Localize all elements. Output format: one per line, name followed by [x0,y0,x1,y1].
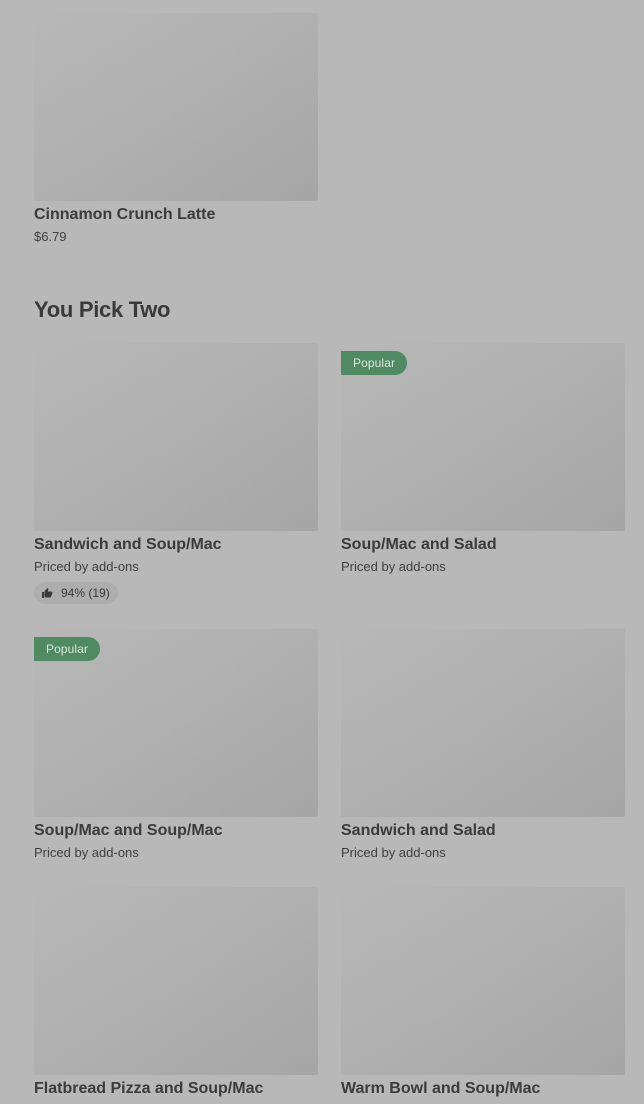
menu-item-image [34,887,318,1075]
menu-item-image [34,343,318,531]
menu-item-price: $6.79 [34,229,67,244]
popular-badge: Popular [34,637,101,661]
menu-item-name: Flatbread Pizza and Soup/Mac [34,1080,264,1097]
menu-item-card[interactable]: Popular Soup/Mac and Salad Priced by add… [341,343,625,574]
menu-item-price: Priced by add-ons [341,559,446,574]
menu-item-card[interactable]: Warm Bowl and Soup/Mac [341,887,625,1098]
menu-item-price: Priced by add-ons [34,845,139,860]
menu-item-card[interactable]: Flatbread Pizza and Soup/Mac [34,887,318,1098]
menu-item-card[interactable]: Cinnamon Crunch Latte $6.79 [34,13,318,244]
menu-item-card[interactable]: Sandwich and Salad Priced by add-ons [341,629,625,860]
thumbs-up-icon [42,588,53,598]
menu-item-card[interactable]: Popular Soup/Mac and Soup/Mac Priced by … [34,629,318,860]
menu-item-price: Priced by add-ons [34,559,139,574]
popular-badge: Popular [341,351,408,375]
menu-item-image [34,13,318,201]
menu-item-name: Sandwich and Salad [341,822,496,839]
menu-page: Cinnamon Crunch Latte $6.79 You Pick Two… [0,0,644,1104]
menu-item-name: Soup/Mac and Soup/Mac [34,822,223,839]
menu-item-image [341,887,625,1075]
menu-item-name: Sandwich and Soup/Mac [34,536,222,553]
menu-item-price: Priced by add-ons [341,845,446,860]
menu-item-name: Cinnamon Crunch Latte [34,206,216,223]
rating-badge: 94% (19) [34,582,118,604]
menu-item-card[interactable]: Sandwich and Soup/Mac Priced by add-ons … [34,343,318,604]
rating-text: 94% (19) [61,586,110,600]
menu-item-name: Soup/Mac and Salad [341,536,497,553]
section-title: You Pick Two [34,297,171,322]
menu-item-image [341,629,625,817]
menu-item-name: Warm Bowl and Soup/Mac [341,1080,541,1097]
